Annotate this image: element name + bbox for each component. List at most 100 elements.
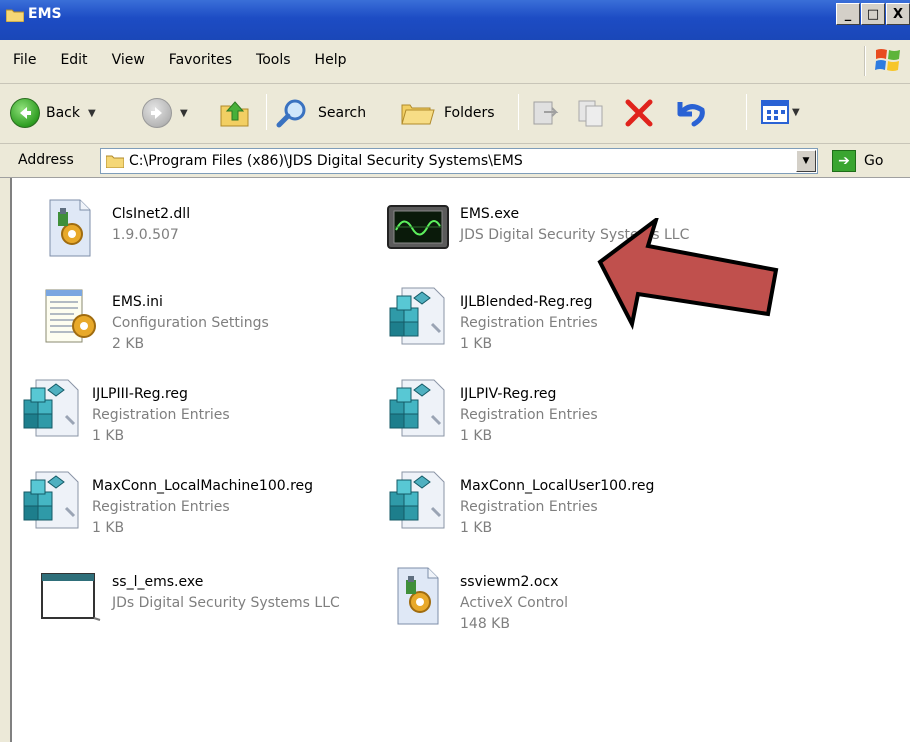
- back-button[interactable]: Back ▼: [10, 98, 96, 128]
- file-item[interactable]: ss_l_ems.exe JDs Digital Security System…: [38, 564, 340, 628]
- file-type: Registration Entries: [92, 499, 230, 515]
- toolbar-separator: [266, 94, 267, 130]
- file-size: 2 KB: [112, 336, 145, 352]
- reg-icon: [23, 471, 79, 529]
- window-title: EMS: [28, 6, 62, 22]
- views-dropdown-icon[interactable]: ▼: [792, 107, 800, 118]
- file-item[interactable]: IJLBlended-Reg.reg Registration Entries …: [386, 284, 598, 355]
- file-item[interactable]: MaxConn_LocalMachine100.reg Registration…: [20, 468, 313, 539]
- minimize-button[interactable]: _: [836, 3, 860, 25]
- forward-arrow-icon: [142, 98, 172, 128]
- search-button[interactable]: Search: [276, 98, 366, 128]
- file-type: Registration Entries: [460, 499, 598, 515]
- views-icon: [761, 100, 789, 124]
- reg-icon: [389, 471, 445, 529]
- title-bar[interactable]: EMS _ □ X: [0, 0, 910, 40]
- close-button[interactable]: X: [886, 3, 910, 25]
- file-size: 148 KB: [460, 616, 510, 632]
- file-name: ss_l_ems.exe: [112, 574, 204, 590]
- toolbar-separator: [746, 94, 747, 130]
- forward-button[interactable]: ▼: [142, 98, 188, 128]
- go-label: Go: [864, 153, 884, 169]
- exe-window-icon: [41, 573, 101, 621]
- up-folder-icon: [220, 101, 249, 127]
- file-name: ssviewm2.ocx: [460, 574, 559, 590]
- toolbar-separator: [518, 94, 519, 130]
- file-item[interactable]: IJLPIV-Reg.reg Registration Entries 1 KB: [386, 376, 598, 447]
- toolbar: Back ▼ ▼ Search Folders ▼: [0, 84, 910, 144]
- file-name: IJLBlended-Reg.reg: [460, 294, 593, 310]
- address-label: Address: [18, 152, 74, 168]
- file-version: 1.9.0.507: [112, 227, 179, 243]
- undo-button[interactable]: [672, 96, 708, 130]
- menu-view[interactable]: View: [99, 52, 156, 68]
- windows-logo-icon: [875, 49, 900, 71]
- reg-icon: [23, 379, 79, 437]
- folders-button[interactable]: Folders: [400, 98, 495, 128]
- ini-icon: [45, 289, 96, 343]
- file-size: 1 KB: [92, 428, 125, 444]
- undo-icon: [677, 102, 705, 127]
- go-arrow-icon: ➔: [832, 150, 856, 172]
- back-arrow-icon: [10, 98, 40, 128]
- file-name: MaxConn_LocalUser100.reg: [460, 478, 655, 494]
- copy-to-button[interactable]: [576, 98, 608, 128]
- file-name: IJLPIV-Reg.reg: [460, 386, 557, 402]
- up-folder-button[interactable]: [218, 96, 252, 130]
- copy-to-icon: [578, 100, 603, 127]
- maximize-button[interactable]: □: [861, 3, 885, 25]
- file-name: IJLPIII-Reg.reg: [92, 386, 188, 402]
- file-size: 1 KB: [460, 428, 493, 444]
- file-name: MaxConn_LocalMachine100.reg: [92, 478, 314, 494]
- reg-icon: [389, 379, 445, 437]
- search-icon: [276, 99, 306, 128]
- file-item[interactable]: ssviewm2.ocx ActiveX Control 148 KB: [386, 564, 568, 635]
- menu-separator: [864, 46, 866, 76]
- reg-icon: [389, 287, 445, 345]
- file-item[interactable]: MaxConn_LocalUser100.reg Registration En…: [386, 468, 654, 539]
- explorer-window: EMS _ □ X File Edit View Favorites Tools…: [0, 0, 910, 742]
- file-company: JDs Digital Security Systems LLC: [112, 595, 340, 611]
- file-name: EMS.ini: [112, 294, 163, 310]
- address-dropdown-button[interactable]: ▼: [796, 150, 816, 172]
- address-path: C:\Program Files (x86)\JDS Digital Secur…: [129, 153, 523, 169]
- menu-tools[interactable]: Tools: [243, 52, 302, 68]
- file-item[interactable]: IJLPIII-Reg.reg Registration Entries 1 K…: [20, 376, 230, 447]
- file-type: Configuration Settings: [112, 315, 269, 331]
- file-size: 1 KB: [92, 520, 125, 536]
- annotation-arrow-icon: [597, 218, 779, 330]
- address-input[interactable]: C:\Program Files (x86)\JDS Digital Secur…: [100, 148, 818, 174]
- menu-file[interactable]: File: [0, 52, 47, 68]
- file-size: 1 KB: [460, 336, 493, 352]
- views-button[interactable]: ▼: [760, 98, 800, 126]
- menu-bar: File Edit View Favorites Tools Help: [0, 40, 910, 84]
- go-button[interactable]: ➔ Go: [832, 150, 883, 172]
- folders-label: Folders: [444, 105, 495, 121]
- address-bar: Address C:\Program Files (x86)\JDS Digit…: [0, 144, 910, 178]
- forward-dropdown-icon[interactable]: ▼: [180, 108, 188, 119]
- search-label: Search: [318, 105, 367, 121]
- folder-icon: [6, 9, 24, 22]
- ocx-icon: [397, 567, 439, 625]
- menu-help[interactable]: Help: [302, 52, 358, 68]
- folder-icon: [106, 155, 124, 168]
- menu-edit[interactable]: Edit: [47, 52, 98, 68]
- menu-favorites[interactable]: Favorites: [156, 52, 243, 68]
- file-type: Registration Entries: [460, 407, 598, 423]
- back-dropdown-icon[interactable]: ▼: [88, 108, 96, 119]
- file-item[interactable]: EMS.ini Configuration Settings 2 KB: [38, 284, 269, 355]
- left-frame: [0, 178, 10, 742]
- file-item[interactable]: ClsInet2.dll 1.9.0.507: [38, 196, 190, 260]
- file-name: ClsInet2.dll: [112, 206, 191, 222]
- dll-icon: [49, 199, 91, 257]
- file-type: Registration Entries: [92, 407, 230, 423]
- file-type: Registration Entries: [460, 315, 598, 331]
- folders-icon: [401, 104, 435, 125]
- ems-exe-icon: [387, 205, 449, 249]
- move-to-icon: [533, 101, 559, 125]
- back-label: Back: [46, 105, 80, 121]
- delete-icon: [625, 99, 653, 127]
- move-to-button[interactable]: [530, 98, 562, 128]
- file-type: ActiveX Control: [460, 595, 568, 611]
- delete-button[interactable]: [622, 96, 656, 130]
